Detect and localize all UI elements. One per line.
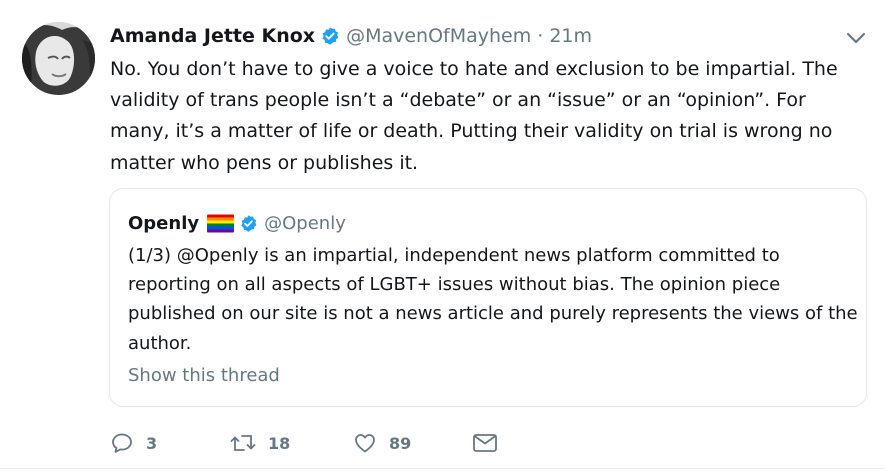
tweet-actions: 3 18 89 — [110, 428, 530, 458]
separator-dot: · — [537, 25, 544, 47]
rainbow-flag-icon — [207, 214, 235, 233]
heart-icon — [355, 434, 375, 453]
tweet-text: No. You don’t have to give a voice to ha… — [110, 58, 838, 174]
quoted-tweet-header: Openly @Openly — [128, 209, 346, 237]
author-handle[interactable]: @MavenOfMayhem — [346, 25, 531, 47]
quoted-tweet[interactable]: Openly @Openly (1/3) @Openly is an impar… — [109, 188, 867, 407]
quoted-tweet-text: (1/3) @Openly is an impartial, independe… — [128, 245, 858, 354]
retweet-count: 18 — [268, 433, 291, 453]
like-count: 89 — [389, 433, 412, 453]
like-button[interactable]: 89 — [353, 428, 411, 458]
direct-message-button[interactable] — [472, 428, 498, 458]
retweet-icon — [230, 435, 256, 451]
reply-icon — [112, 433, 132, 453]
reply-count: 3 — [146, 433, 158, 453]
chevron-down-icon[interactable] — [844, 30, 868, 46]
divider — [0, 468, 885, 469]
tweet[interactable]: Amanda Jette Knox @MavenOfMayhem · 21m N… — [0, 0, 885, 475]
author-name[interactable]: Amanda Jette Knox — [110, 25, 315, 47]
reply-button[interactable]: 3 — [110, 428, 157, 458]
timestamp[interactable]: 21m — [549, 25, 592, 47]
avatar[interactable] — [22, 22, 95, 95]
retweet-button[interactable]: 18 — [230, 428, 290, 458]
show-thread-link[interactable]: Show this thread — [128, 365, 280, 386]
envelope-icon — [473, 434, 497, 452]
avatar-image — [22, 22, 95, 95]
verified-badge-icon — [320, 26, 340, 46]
quoted-author-handle: @Openly — [264, 212, 346, 234]
verified-badge-icon — [239, 214, 258, 233]
tweet-header: Amanda Jette Knox @MavenOfMayhem · 21m — [110, 22, 592, 50]
quoted-author-name: Openly — [128, 212, 200, 234]
